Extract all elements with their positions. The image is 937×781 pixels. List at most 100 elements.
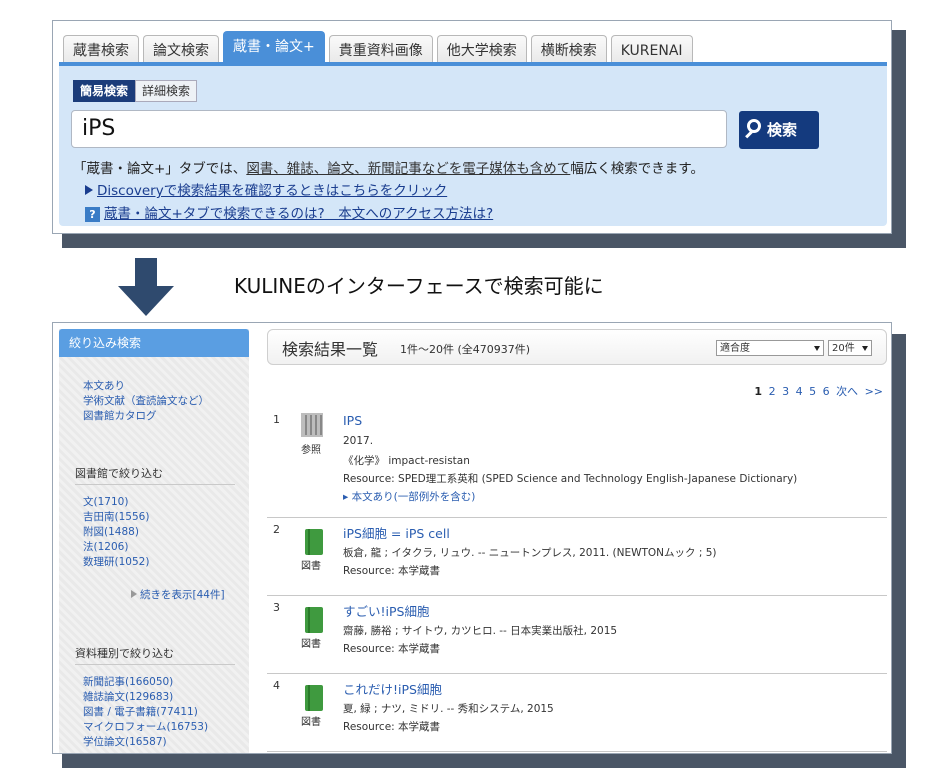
last-page-link[interactable]: >>	[865, 385, 883, 398]
search-tabs: 蔵書検索 論文検索 蔵書・論文+ 貴重資料画像 他大学検索 横断検索 KUREN…	[63, 31, 693, 64]
type-filter-item[interactable]: 新聞記事(166050)	[83, 675, 208, 690]
result-resource: Resource: 本学蔵書	[343, 721, 441, 733]
result-resource: Resource: 本学蔵書	[343, 565, 441, 577]
library-filter-item[interactable]: 法(1206)	[83, 540, 149, 555]
book-icon	[305, 685, 323, 711]
filter-link[interactable]: 図書館カタログ	[83, 409, 209, 424]
library-filter-item[interactable]: 吉田南(1556)	[83, 510, 149, 525]
tab-description: 「蔵書・論文+」タブでは、図書、雑誌、論文、新聞記事などを電子媒体も含めて幅広く…	[73, 157, 704, 177]
book-icon	[305, 607, 323, 633]
result-title-link[interactable]: iPS細胞 = iPS cell	[343, 523, 450, 542]
results-panel: 絞り込み検索 本文あり 学術文献（査読論文など） 図書館カタログ 図書館で絞り込…	[52, 322, 892, 754]
page-current: 1	[754, 385, 763, 398]
tab-article-search[interactable]: 論文検索	[143, 35, 219, 64]
quick-filters: 本文あり 学術文献（査読論文など） 図書館カタログ	[83, 379, 209, 424]
library-filter-item[interactable]: 文(1710)	[83, 495, 149, 510]
search-button-label: 検索	[767, 121, 798, 139]
type-filter-item[interactable]: 図書 / 電子書籍(77411)	[83, 705, 208, 720]
material-type: 図書	[301, 561, 321, 572]
caret-down-icon	[862, 346, 868, 351]
material-type: 図書	[301, 717, 321, 728]
material-type: 図書	[301, 639, 321, 650]
magnifier-icon	[747, 119, 761, 133]
help-link[interactable]: ? 蔵書・論文+タブで検索できるのは? 本文へのアクセス方法は?	[85, 202, 493, 222]
search-button[interactable]: 検索	[739, 111, 819, 149]
tab-cross-search[interactable]: 横断検索	[530, 35, 607, 64]
page-link[interactable]: 5	[809, 385, 816, 398]
fulltext-link[interactable]: ▸ 本文あり(一部例外を含む)	[343, 489, 475, 504]
discovery-link-label: Discoveryで検索結果を確認するときはこちらをクリック	[97, 183, 448, 199]
result-title-link[interactable]: IPS	[343, 413, 362, 428]
pagination: 1 2 3 4 5 6 次へ >>	[754, 383, 883, 399]
material-type: 参照	[301, 445, 321, 456]
simple-search-tab[interactable]: 簡易検索	[73, 80, 136, 102]
search-box-area: 簡易検索 詳細検索 iPS 検索 「蔵書・論文+」タブでは、図書、雑誌、論文、新…	[59, 62, 887, 226]
result-title-link[interactable]: これだけ!iPS細胞	[343, 679, 442, 698]
result-resource: Resource: 本学蔵書	[343, 643, 441, 655]
result-title-link[interactable]: すごい!iPS細胞	[343, 601, 429, 620]
result-item: 2 図書 iPS細胞 = iPS cell 板倉, 龍 ; イタクラ, リュウ.…	[267, 517, 887, 596]
result-detail: 2017.	[343, 435, 374, 447]
type-filter-list: 新聞記事(166050) 雑誌論文(129683) 図書 / 電子書籍(7741…	[83, 675, 208, 750]
triangle-right-icon	[85, 185, 93, 195]
page-link[interactable]: 6	[823, 385, 830, 398]
result-item: 3 図書 すごい!iPS細胞 齋藤, 勝裕 ; サイトウ, カツヒロ. -- 日…	[267, 595, 887, 674]
result-number: 3	[273, 601, 280, 614]
description-link[interactable]: 図書、雑誌、論文、新聞記事などを電子媒体も含めて	[246, 161, 570, 177]
result-number: 1	[273, 413, 280, 426]
show-more-link[interactable]: 続きを表示[44件]	[131, 587, 225, 602]
type-filter-item[interactable]: 学位論文(16587)	[83, 735, 208, 750]
page-link[interactable]: 4	[796, 385, 803, 398]
type-filter-item[interactable]: 雑誌論文(129683)	[83, 690, 208, 705]
filter-header: 絞り込み検索	[59, 329, 249, 357]
discovery-link[interactable]: Discoveryで検索結果を確認するときはこちらをクリック	[85, 179, 447, 199]
search-mode-tabs: 簡易検索 詳細検索	[73, 80, 198, 102]
tab-other-univ[interactable]: 他大学検索	[436, 35, 527, 64]
caption: KULINEのインターフェースで検索可能に	[234, 274, 604, 298]
reference-icon	[301, 413, 323, 437]
sort-select[interactable]: 適合度	[716, 340, 824, 356]
description-text-end: 幅広く検索できます。	[570, 161, 704, 177]
search-panel: 蔵書検索 論文検索 蔵書・論文+ 貴重資料画像 他大学検索 横断検索 KUREN…	[52, 20, 892, 234]
library-filter-list: 文(1710) 吉田南(1556) 附図(1488) 法(1206) 数理研(1…	[83, 495, 149, 570]
result-number: 2	[273, 523, 280, 536]
per-page-select[interactable]: 20件	[828, 340, 872, 356]
filter-link[interactable]: 本文あり	[83, 379, 209, 394]
result-item: 4 図書 これだけ!iPS細胞 夏, 緑 ; ナツ, ミドリ. -- 秀和システ…	[267, 673, 887, 752]
library-filter-item[interactable]: 数理研(1052)	[83, 555, 149, 570]
help-icon: ?	[85, 207, 100, 222]
tab-collection-search[interactable]: 蔵書検索	[63, 35, 139, 64]
sort-select-value: 適合度	[720, 343, 750, 354]
page-link[interactable]: 3	[782, 385, 789, 398]
down-arrow-icon	[118, 258, 174, 316]
tab-kurenai[interactable]: KURENAI	[610, 35, 693, 64]
caret-down-icon	[814, 346, 820, 351]
library-filter-item[interactable]: 附図(1488)	[83, 525, 149, 540]
advanced-search-tab[interactable]: 詳細検索	[135, 80, 198, 102]
result-number: 4	[273, 679, 280, 692]
help-link-label: 蔵書・論文+タブで検索できるのは? 本文へのアクセス方法は?	[104, 206, 494, 222]
filter-sidebar: 絞り込み検索 本文あり 学術文献（査読論文など） 図書館カタログ 図書館で絞り込…	[59, 329, 249, 753]
triangle-right-icon	[131, 590, 137, 598]
result-detail: 齋藤, 勝裕 ; サイトウ, カツヒロ. -- 日本実業出版社, 2015	[343, 625, 618, 637]
result-detail: 夏, 緑 ; ナツ, ミドリ. -- 秀和システム, 2015	[343, 703, 554, 715]
type-filter-item[interactable]: マイクロフォーム(16753)	[83, 720, 208, 735]
result-resource: Resource: SPED理工系英和 (SPED Science and Te…	[343, 473, 798, 485]
per-page-value: 20件	[832, 343, 855, 354]
filter-link[interactable]: 学術文献（査読論文など）	[83, 394, 209, 409]
show-more-label: 続きを表示[44件]	[140, 589, 225, 601]
type-filter-title: 資料種別で絞り込む	[75, 645, 235, 665]
page-link[interactable]: 2	[769, 385, 776, 398]
results-area: 検索結果一覧 1件〜20件 (全470937件) 適合度 20件 1 2 3 4…	[267, 329, 887, 752]
tab-rare-images[interactable]: 貴重資料画像	[328, 35, 433, 64]
fulltext-link-label: 本文あり(一部例外を含む)	[351, 491, 476, 503]
result-detail: 板倉, 龍 ; イタクラ, リュウ. -- ニュートンプレス, 2011. (N…	[343, 547, 717, 559]
search-input[interactable]: iPS	[71, 110, 727, 148]
results-header: 検索結果一覧 1件〜20件 (全470937件) 適合度 20件	[267, 329, 887, 365]
tab-collection-article-plus[interactable]: 蔵書・論文+	[223, 31, 325, 64]
results-title: 検索結果一覧	[282, 340, 379, 359]
book-icon	[305, 529, 323, 555]
result-detail: 《化学》 impact-resistan	[343, 455, 470, 467]
next-page-link[interactable]: 次へ	[836, 385, 858, 398]
library-filter-title: 図書館で絞り込む	[75, 465, 235, 485]
